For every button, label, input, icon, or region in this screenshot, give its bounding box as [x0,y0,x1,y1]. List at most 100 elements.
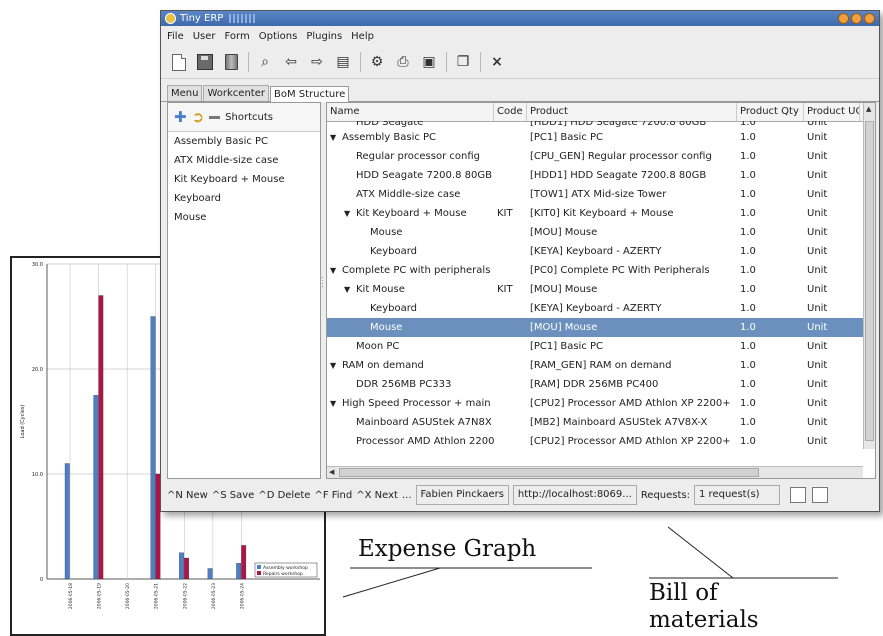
tree-row[interactable]: HDD Seagate 7200.8 80GB [HDD1] HDD Seagat… [327,166,863,185]
tree-row[interactable]: ▼ Complete PC with peripherals [PC0] Compl… [327,261,863,280]
horizontal-scrollbar[interactable]: ◀ [327,466,863,478]
tree-row[interactable]: DDR 256MB PC333 [RAM] DDR 256MB PC400 1.0 U… [327,375,863,394]
attachment-icon[interactable]: ▣ [418,51,440,73]
go-shortcut-icon[interactable]: ➲ [192,108,205,126]
tree-row[interactable]: Keyboard [KEYA] Keyboard - AZERTY 1.0 Unit [327,242,863,261]
shortcut-item[interactable]: Kit Keyboard + Mouse [168,170,320,189]
tree-row[interactable]: Mouse [MOU] Mouse 1.0 Unit [327,318,863,337]
find-icon[interactable]: ⌕ [254,51,276,73]
tree-cell-product: [KEYA] Keyboard - AZERTY [530,303,662,314]
tab-bar: Menu Workcenter BoM Structure [161,82,879,102]
expense-pointer [342,567,441,598]
expand-arrow-icon[interactable]: ▼ [330,394,342,413]
tree-cell-qty: 1.0 [740,208,756,219]
tree-row[interactable]: ▼ Assembly Basic PC [PC1] Basic PC 1.0 Unit [327,128,863,147]
tree-cell-code [494,356,527,375]
tree-cell-code [494,261,527,280]
save-icon[interactable] [194,51,216,73]
tree-cell-product: [PC1] Basic PC [530,341,604,352]
column-header-product-qty[interactable]: Product Qty [737,103,804,121]
tree-cell-uom: Unit [807,379,828,390]
tree-row[interactable]: ▼ Kit Mouse KIT [MOU] Mouse 1.0 Unit [327,280,863,299]
expand-arrow-icon[interactable]: ▼ [330,356,342,375]
tree-cell-qty: 1.0 [740,227,756,238]
list-icon[interactable]: ▤ [332,51,354,73]
tree-row[interactable]: Processor AMD Athlon 2200 [CPU2] Processo… [327,432,863,449]
tree-cell-product: [TOW1] ATX Mid-size Tower [530,189,667,200]
maximize-icon[interactable] [851,13,862,24]
tree-row[interactable]: ATX Middle-size case [TOW1] ATX Mid-size … [327,185,863,204]
copy-icon[interactable]: ❐ [452,51,474,73]
shortcut-item[interactable]: Mouse [168,208,320,227]
new-icon[interactable] [168,51,190,73]
new-request-icon[interactable] [812,487,829,503]
tree-cell-name: HDD Seagate [356,121,424,128]
menu-form[interactable]: Form [225,31,250,42]
tree-row[interactable]: Regular processor config [CPU_GEN] Regula… [327,147,863,166]
tree-cell-name-wrap: ▼ Kit Keyboard + Mouse [327,204,494,223]
requests-search-icon[interactable] [790,487,807,503]
vertical-scrollbar[interactable]: ▲ [863,103,875,449]
menu-help[interactable]: Help [351,31,374,42]
tree-cell-code [494,166,527,185]
tree-cell-uom: Unit [807,170,828,181]
close-icon[interactable]: × [486,51,508,73]
tree-cell-uom: Unit [807,322,828,333]
title-bar[interactable]: Tiny ERP [161,11,879,26]
shortcut-find: ^F Find [314,489,353,501]
expand-arrow-icon[interactable]: ▼ [330,261,342,280]
column-header-name[interactable]: Name [327,103,494,121]
tree-row[interactable]: HDD Seagate [HDD1] HDD Seagate 7200.8 80G… [327,121,863,128]
delete-icon[interactable] [220,51,242,73]
tree-cell-qty: 1.0 [740,379,756,390]
menu-file[interactable]: File [167,31,184,42]
tab-menu[interactable]: Menu [167,85,203,101]
tab-workcenter[interactable]: Workcenter [203,85,269,101]
add-shortcut-icon[interactable]: ✚ [174,108,187,126]
shortcut-item[interactable]: Assembly Basic PC [168,132,320,151]
x-tick-label: 2006-05-18 [68,583,74,609]
shortcuts-title: Shortcuts [225,111,273,123]
horizontal-scroll-thumb[interactable] [339,468,759,477]
tree-cell-name-wrap: ▼ Assembly Basic PC [327,128,494,147]
tree-cell-name: Kit Mouse [356,284,405,295]
tree-row[interactable]: Keyboard [KEYA] Keyboard - AZERTY 1.0 Unit [327,299,863,318]
vertical-scroll-thumb[interactable] [865,121,874,441]
legend-label: Repairs workshop [263,571,303,577]
tree-row[interactable]: Moon PC [PC1] Basic PC 1.0 Unit [327,337,863,356]
expand-arrow-icon[interactable]: ▼ [344,204,356,223]
tree-row[interactable]: ▼ Kit Keyboard + Mouse KIT [KIT0] Kit Keybo… [327,204,863,223]
tree-row[interactable]: Mouse [MOU] Mouse 1.0 Unit [327,223,863,242]
minimize-icon[interactable] [838,13,849,24]
remove-shortcut-icon[interactable] [209,115,221,119]
expand-arrow-icon[interactable]: ▼ [344,280,356,299]
menu-user[interactable]: User [193,31,216,42]
next-icon[interactable]: ⇨ [306,51,328,73]
shortcut-item[interactable]: Keyboard [168,189,320,208]
tab-bom-structure[interactable]: BoM Structure [269,86,350,102]
requests-count[interactable]: 1 request(s) [694,485,781,505]
tree-row[interactable]: Mainboard ASUStek A7N8X [MB2] Mainboard A… [327,413,863,432]
tree-row[interactable]: ▼ High Speed Processor + main [CPU2] Proce… [327,394,863,413]
menu-options[interactable]: Options [259,31,298,42]
column-header-product-uom[interactable]: Product UO [804,103,860,121]
close-window-icon[interactable] [864,13,875,24]
bar-assembly [179,552,184,580]
action-icon[interactable]: ⚙ [366,51,388,73]
tree-cell-product: [MOU] Mouse [530,284,598,295]
column-header-code[interactable]: Code [494,103,527,121]
shortcut-item[interactable]: ATX Middle-size case [168,151,320,170]
tree-row[interactable]: ▼ RAM on demand [RAM_GEN] RAM on demand 1.0… [327,356,863,375]
tree-cell-name: Mainboard ASUStek A7N8X [356,417,492,428]
print-icon[interactable]: ⎙ [392,51,414,73]
menu-plugins[interactable]: Plugins [306,31,342,42]
window-title: Tiny ERP [180,13,224,24]
previous-icon[interactable]: ⇦ [280,51,302,73]
column-header-product[interactable]: Product [527,103,737,121]
expand-arrow-icon[interactable]: ▼ [330,128,342,147]
tree-cell-qty: 1.0 [740,151,756,162]
tree-cell-name-wrap: Keyboard [327,242,494,261]
y-tick-label: 20.0 [32,367,43,373]
toolbar: ⌕ ⇦ ⇨ ▤ ⚙ ⎙ ▣ ❐ × [161,46,879,79]
tree-cell-uom: Unit [807,341,828,352]
